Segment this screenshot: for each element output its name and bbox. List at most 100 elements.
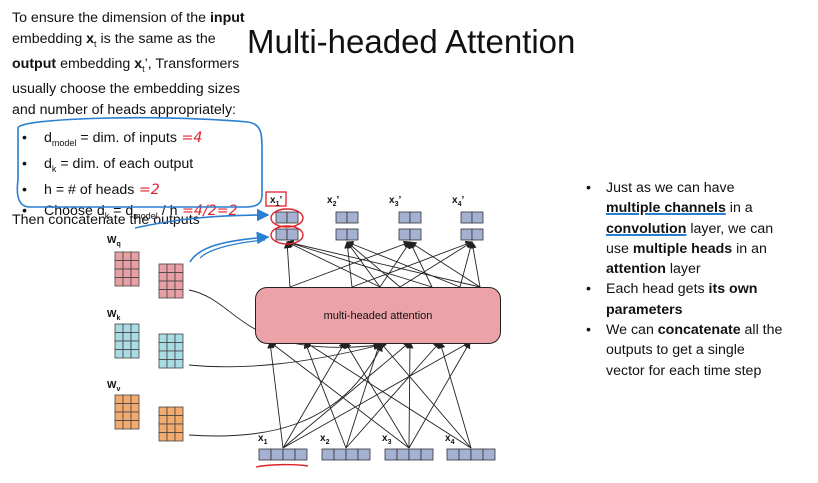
multi-headed-attention-block: multi-headed attention xyxy=(255,287,501,344)
vector-cell xyxy=(470,448,484,461)
vector-cell xyxy=(409,211,422,224)
weight-matrix xyxy=(158,333,184,369)
connection-line xyxy=(188,344,383,437)
matrix-cell xyxy=(130,420,140,430)
vector-cell xyxy=(471,211,484,224)
matrix-cell xyxy=(122,394,132,404)
matrix-cell xyxy=(114,268,124,278)
matrix-cell xyxy=(174,423,184,433)
matrix-cell xyxy=(158,359,168,369)
connection-line xyxy=(188,343,381,368)
weight-matrix xyxy=(158,406,184,442)
matrix-cell xyxy=(114,260,124,270)
connection-line xyxy=(282,341,346,449)
connection-lines xyxy=(188,239,481,449)
matrix-cell xyxy=(130,332,140,342)
wk-label: Wk xyxy=(107,309,121,322)
input-label: x3 xyxy=(382,433,392,446)
matrix-cell xyxy=(174,280,184,290)
vector-cell xyxy=(460,211,473,224)
matrix-cell xyxy=(122,420,132,430)
vector-cell xyxy=(335,228,348,241)
connection-line xyxy=(283,241,292,288)
connection-line xyxy=(286,241,381,288)
matrix-cell xyxy=(166,432,176,442)
matrix-cell xyxy=(166,415,176,425)
matrix-cell xyxy=(174,432,184,442)
matrix-cell xyxy=(174,359,184,369)
vector-cell xyxy=(346,228,359,241)
input-label: x4 xyxy=(445,433,455,446)
matrix-cell xyxy=(174,342,184,352)
vector-cell xyxy=(471,228,484,241)
matrix-cell xyxy=(158,333,168,343)
matrix-cell xyxy=(166,350,176,360)
matrix-cell xyxy=(174,406,184,416)
input-vector xyxy=(446,448,496,461)
vector-cell xyxy=(345,448,359,461)
vector-cell xyxy=(294,448,308,461)
matrix-cell xyxy=(130,349,140,359)
matrix-cell xyxy=(114,323,124,333)
matrix-cell xyxy=(158,350,168,360)
vector-cell xyxy=(286,228,299,241)
connection-line xyxy=(469,241,481,288)
matrix-cell xyxy=(114,277,124,287)
matrix-cell xyxy=(174,350,184,360)
matrix-cell xyxy=(158,432,168,442)
matrix-cell xyxy=(130,323,140,333)
input-vector xyxy=(321,448,371,461)
matrix-cell xyxy=(166,263,176,273)
input-vector xyxy=(384,448,434,461)
blue-stroke-annotation xyxy=(199,239,266,259)
vector-cell xyxy=(398,228,411,241)
matrix-cell xyxy=(122,251,132,261)
matrix-cell xyxy=(114,251,124,261)
connection-line xyxy=(351,240,473,288)
matrix-cell xyxy=(122,411,132,421)
matrix-cell xyxy=(166,333,176,343)
output-vector xyxy=(398,211,422,241)
vector-cell xyxy=(335,211,348,224)
matrix-cell xyxy=(174,333,184,343)
input-label: x2 xyxy=(320,433,330,446)
weight-matrix xyxy=(114,323,140,359)
matrix-cell xyxy=(166,406,176,416)
matrix-cell xyxy=(158,423,168,433)
output-vector xyxy=(460,211,484,241)
vector-cell xyxy=(270,448,284,461)
matrix-cell xyxy=(114,420,124,430)
matrix-cell xyxy=(122,277,132,287)
blue-bracket-annotation xyxy=(16,116,263,208)
blue-arrow-annotation xyxy=(134,208,270,229)
vector-cell xyxy=(409,228,422,241)
vector-cell xyxy=(333,448,347,461)
connection-line xyxy=(286,239,481,288)
matrix-cell xyxy=(114,349,124,359)
matrix-cell xyxy=(130,251,140,261)
wv-label: Wv xyxy=(107,380,121,393)
matrix-cell xyxy=(122,323,132,333)
matrix-cell xyxy=(174,263,184,273)
matrix-cell xyxy=(122,349,132,359)
matrix-cell xyxy=(166,359,176,369)
vector-cell xyxy=(460,228,473,241)
matrix-cell xyxy=(158,406,168,416)
matrix-cell xyxy=(130,260,140,270)
output-vector xyxy=(335,211,359,241)
matrix-cell xyxy=(130,277,140,287)
output-label: x1’ xyxy=(270,195,283,208)
matrix-cell xyxy=(166,342,176,352)
matrix-cell xyxy=(114,340,124,350)
matrix-cell xyxy=(174,289,184,299)
matrix-cell xyxy=(122,268,132,278)
matrix-cell xyxy=(174,415,184,425)
matrix-cell xyxy=(130,268,140,278)
matrix-cell xyxy=(130,411,140,421)
vector-cell xyxy=(458,448,472,461)
matrix-cell xyxy=(158,280,168,290)
red-underline-annotation xyxy=(255,463,309,468)
vector-cell xyxy=(275,228,288,241)
matrix-cell xyxy=(122,403,132,413)
vector-cell xyxy=(446,448,460,461)
